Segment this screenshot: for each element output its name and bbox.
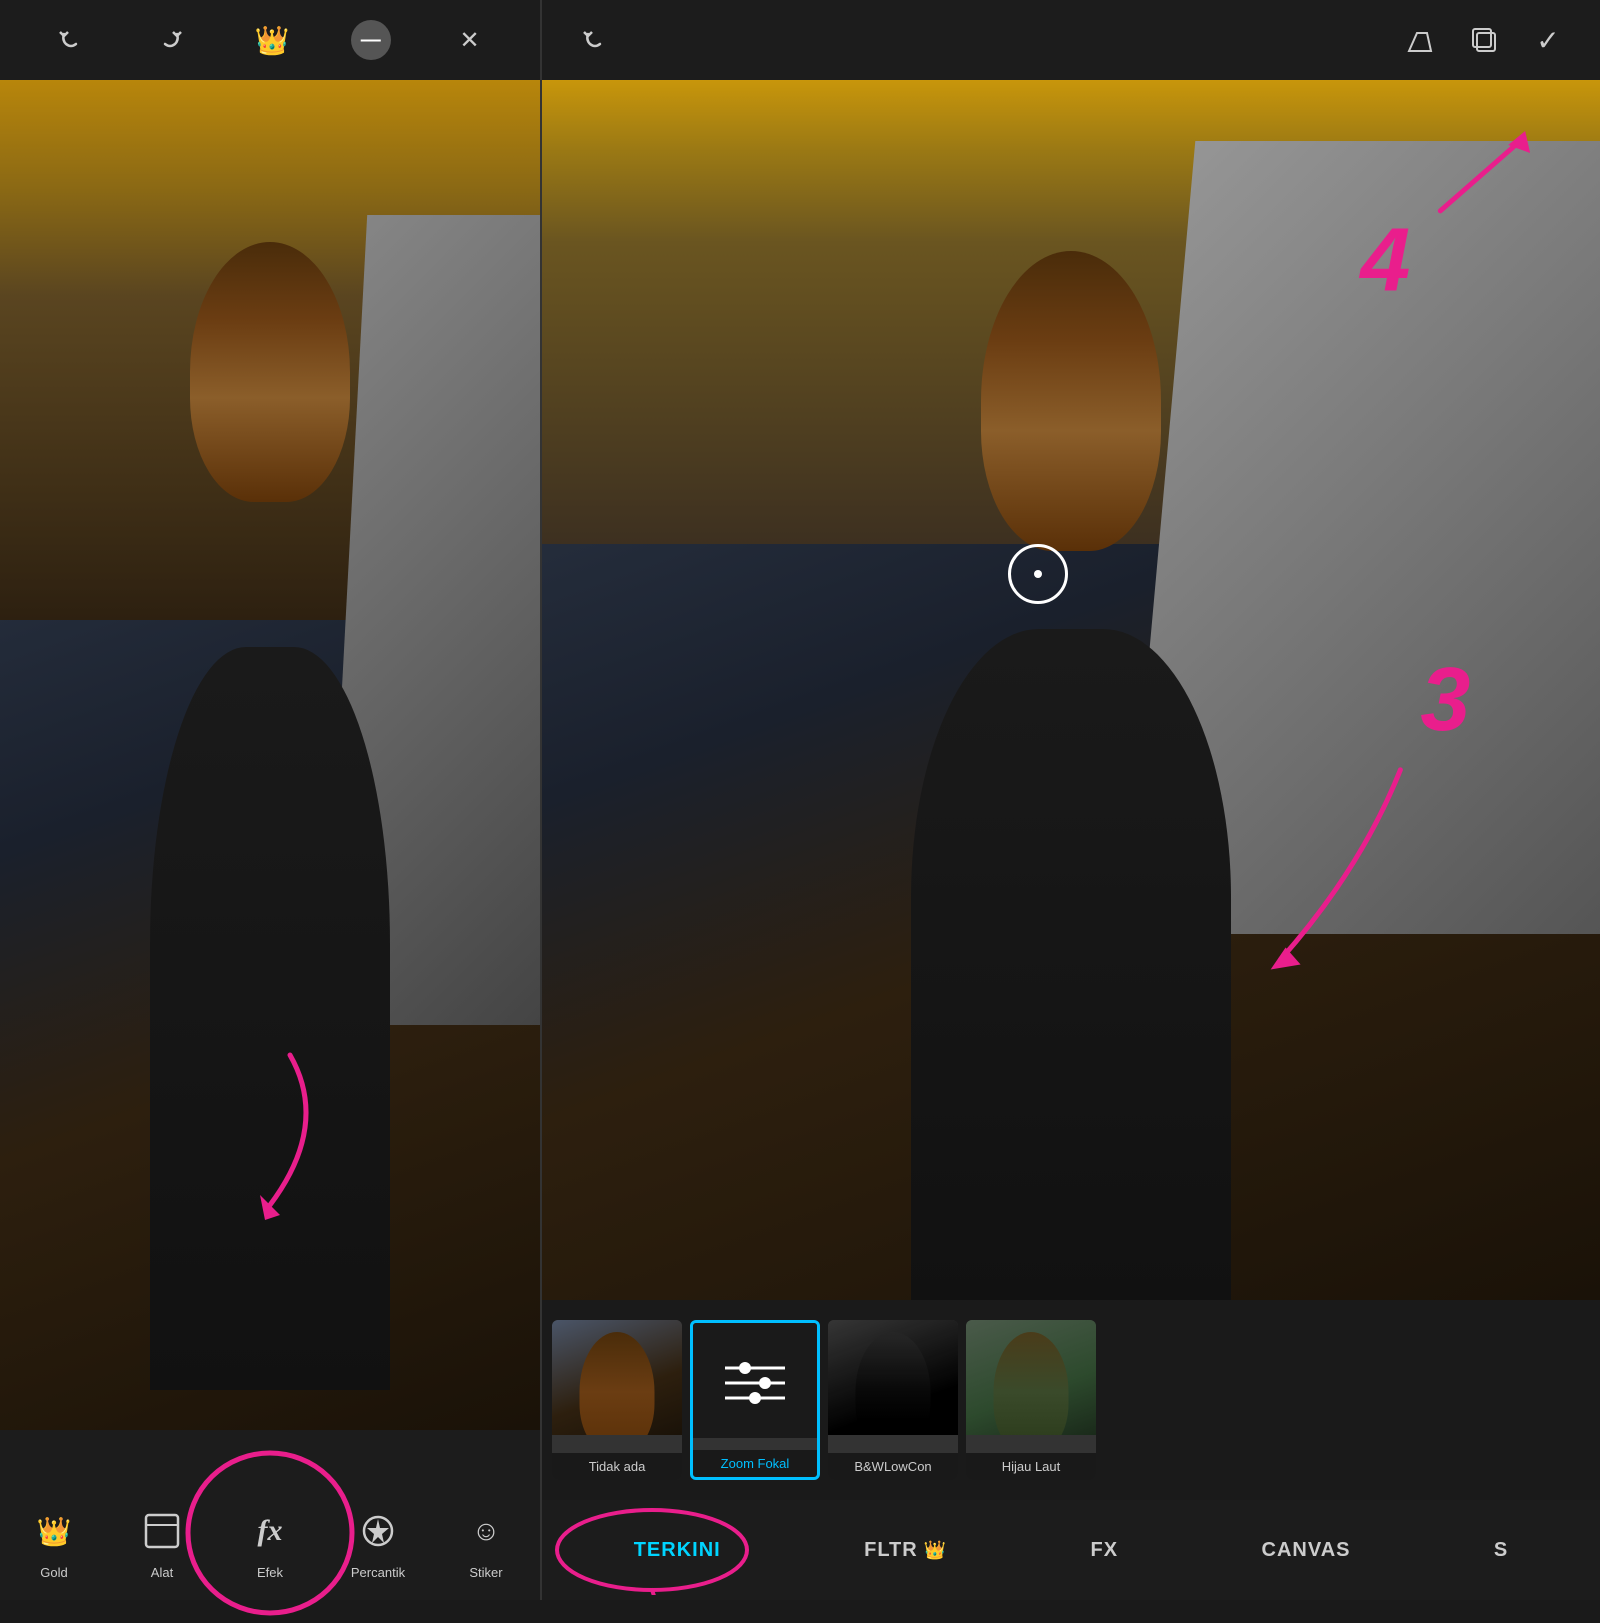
nav-canvas[interactable]: CANVAS — [1262, 1539, 1351, 1562]
stiker-label: Stiker — [469, 1565, 502, 1580]
alat-label: Alat — [151, 1565, 173, 1580]
filter-bwlowcon[interactable]: B&WLowCon — [828, 1320, 958, 1480]
right-toolbar: ✓ — [542, 0, 1600, 80]
nav-s[interactable]: S — [1494, 1539, 1508, 1562]
close-button-left[interactable]: ✕ — [448, 18, 492, 62]
right-toolbar-icons: ✓ — [1398, 18, 1570, 62]
bottom-tools: 👑 Gold Alat fx Efek — [0, 1493, 540, 1590]
check-button[interactable]: ✓ — [1526, 18, 1570, 62]
left-toolbar: 👑 — ✕ — [0, 0, 540, 80]
gold-label: Gold — [40, 1565, 67, 1580]
left-panel: 👑 — ✕ 👑 Gold — [0, 0, 540, 1600]
gold-icon: 👑 — [26, 1503, 82, 1559]
nav-fx[interactable]: FX — [1091, 1539, 1119, 1562]
filter-label-3: B&WLowCon — [828, 1453, 958, 1480]
right-image-area[interactable]: 4 3 — [542, 80, 1600, 1300]
tool-alat[interactable]: Alat — [134, 1503, 190, 1580]
tool-stiker[interactable]: ☺ Stiker — [458, 1503, 514, 1580]
undo-button[interactable] — [48, 18, 92, 62]
bottom-nav: TERKINI FLTR 👑 FX CANVAS S — [542, 1500, 1600, 1600]
minus-circle-button[interactable]: — — [351, 20, 391, 60]
filter-hijau-laut[interactable]: Hijau Laut — [966, 1320, 1096, 1480]
nav-terkini[interactable]: TERKINI — [634, 1539, 721, 1562]
filter-thumb-img-2 — [693, 1323, 817, 1438]
percantik-icon — [350, 1503, 406, 1559]
alat-icon — [134, 1503, 190, 1559]
tool-percantik[interactable]: Percantik — [350, 1503, 406, 1580]
efek-icon: fx — [242, 1503, 298, 1559]
crown-button-left[interactable]: 👑 — [250, 18, 294, 62]
left-image-area — [0, 80, 540, 1430]
left-bottom-toolbar: 👑 Gold Alat fx Efek — [0, 1430, 540, 1600]
efek-label: Efek — [257, 1565, 283, 1580]
filter-label-1: Tidak ada — [552, 1453, 682, 1480]
filter-tidak-ada[interactable]: Tidak ada — [552, 1320, 682, 1480]
body-left — [150, 647, 390, 1390]
eraser-button[interactable] — [1398, 18, 1442, 62]
tool-gold[interactable]: 👑 Gold — [26, 1503, 82, 1580]
redo-button[interactable] — [149, 18, 193, 62]
hair-left — [190, 242, 350, 502]
undo-button-right[interactable] — [572, 18, 616, 62]
photo-portrait-left — [0, 80, 540, 1430]
layers-button[interactable] — [1462, 18, 1506, 62]
filter-label-4: Hijau Laut — [966, 1453, 1096, 1480]
stiker-icon: ☺ — [458, 1503, 514, 1559]
photo-portrait-right — [542, 80, 1600, 1300]
right-panel: ✓ 4 3 — [540, 0, 1600, 1600]
focal-dot — [1034, 570, 1042, 578]
body-right — [911, 629, 1231, 1300]
filter-thumb-img-1 — [552, 1320, 682, 1435]
hair-right — [981, 251, 1161, 551]
filter-zoom-fokal[interactable]: Zoom Fokal — [690, 1320, 820, 1480]
filter-thumb-img-4 — [966, 1320, 1096, 1435]
percantik-label: Percantik — [351, 1565, 405, 1580]
focal-point[interactable] — [1008, 544, 1068, 604]
crown-icon-fltr: 👑 — [924, 1540, 947, 1561]
filter-strip: Tidak ada Zoom Fokal — [542, 1300, 1600, 1500]
filter-thumb-img-3 — [828, 1320, 958, 1435]
filter-label-2: Zoom Fokal — [693, 1450, 817, 1477]
nav-fltr[interactable]: FLTR 👑 — [864, 1539, 947, 1562]
tool-efek[interactable]: fx Efek — [242, 1503, 298, 1580]
